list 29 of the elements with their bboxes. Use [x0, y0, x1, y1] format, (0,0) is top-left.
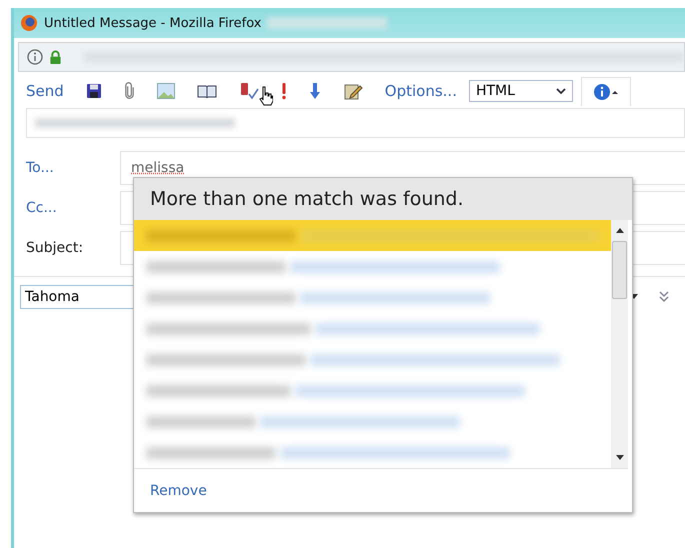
info-icon[interactable]	[27, 49, 43, 65]
save-icon[interactable]	[86, 83, 102, 99]
browser-logo-icon	[20, 14, 38, 32]
field-label[interactable]: Cc...	[26, 200, 120, 216]
options-link[interactable]: Options...	[384, 82, 457, 100]
double-chevron-icon[interactable]	[659, 291, 669, 303]
edit-icon[interactable]	[342, 82, 363, 100]
hand-cursor-icon	[259, 86, 273, 106]
address-book-icon[interactable]	[196, 84, 217, 98]
remove-link[interactable]: Remove	[150, 482, 207, 498]
down-arrow-icon[interactable]	[308, 82, 321, 100]
image-icon[interactable]	[156, 83, 175, 99]
spellcheck-icon[interactable]	[238, 82, 259, 100]
exclamation-icon[interactable]	[280, 82, 287, 100]
info-button[interactable]	[580, 76, 631, 106]
paperclip-icon[interactable]	[124, 82, 135, 100]
scroll-thumb[interactable]	[612, 241, 627, 299]
field-label[interactable]: To...	[26, 160, 120, 176]
window-title: Untitled Message - Mozilla Firefox	[44, 16, 262, 30]
scroll-down-icon[interactable]	[616, 455, 624, 460]
info-icon	[594, 82, 618, 100]
from-field[interactable]	[26, 108, 685, 138]
format-dropdown[interactable]: HTML	[468, 80, 573, 102]
scroll-up-icon[interactable]	[616, 228, 624, 233]
field-label: Subject:	[26, 240, 84, 256]
send-link[interactable]: Send	[26, 82, 64, 100]
lock-icon	[49, 50, 62, 64]
popup-title: More than one match was found.	[150, 188, 464, 210]
scrollbar[interactable]	[611, 220, 628, 468]
